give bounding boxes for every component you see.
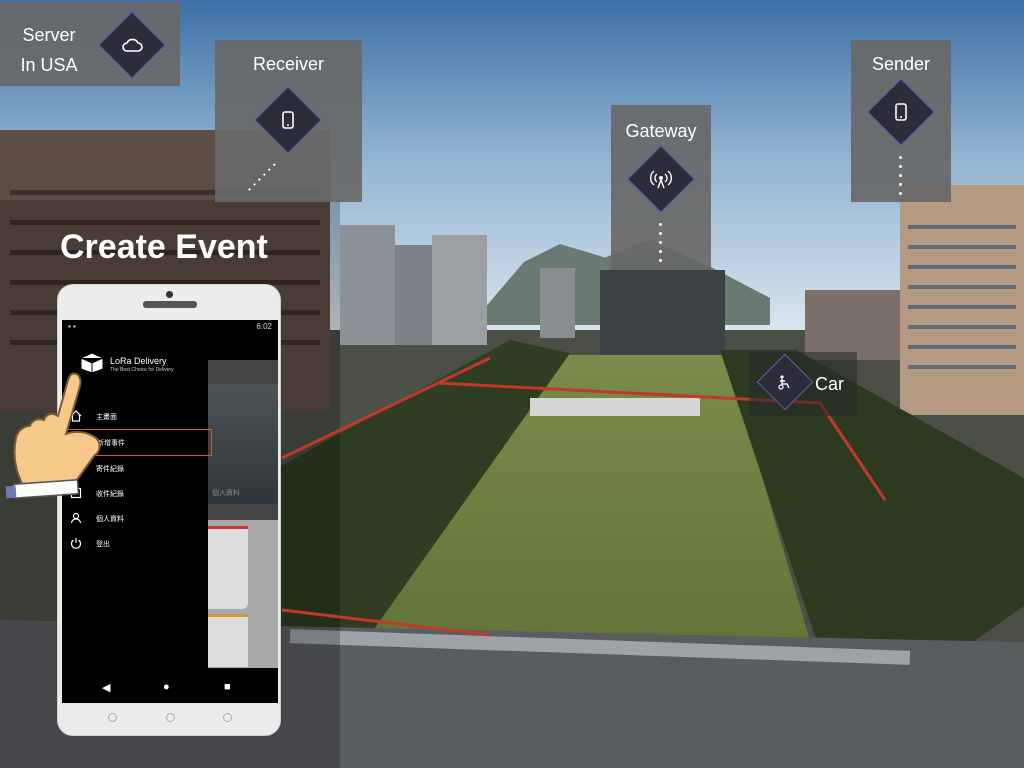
phone-camera [166,291,173,298]
phone-mockup: ▪ ▪ 6:02 個人資料 LoRa Delivery The Best Cho… [57,284,281,736]
phone-hardware-buttons [58,711,282,727]
app-name: LoRa Delivery [110,356,167,366]
menu-label: 登出 [96,541,110,548]
gateway-callout: Gateway [611,105,711,270]
background-content: 個人資料 [208,360,278,668]
dotted-connector [899,156,903,201]
car-callout: Car [749,352,857,416]
server-location: In USA [20,55,78,75]
antenna-icon [637,155,685,203]
power-icon [70,538,82,549]
recent-apps-icon[interactable]: ■ [224,681,231,693]
dotted-connector [659,223,663,268]
server-label: Server [22,25,76,45]
status-time: 6:02 [256,322,272,331]
phone-icon [877,88,925,136]
profile-card-caption: 個人資料 [212,490,240,497]
back-icon[interactable]: ◀ [102,681,110,694]
home-button-icon[interactable]: ● [163,681,170,693]
app-tagline: The Best Choice for Delivery [110,367,174,373]
car-label: Car [815,374,845,394]
receiver-callout: Receiver [215,40,362,202]
person-icon [70,512,82,524]
route-line [281,356,491,460]
server-callout: Server In USA [0,2,180,86]
gateway-label: Gateway [625,121,697,141]
menu-label: 個人資料 [96,516,124,523]
event-cards [208,520,278,668]
android-nav-bar: ◀ ● ■ [62,673,278,703]
dotted-connector [246,163,276,193]
notification-icon: ▪ ▪ [68,322,76,331]
profile-card: 個人資料 [208,384,278,504]
menu-item-logout[interactable]: 登出 [62,531,212,556]
status-bar: ▪ ▪ 6:02 [62,320,278,334]
pointing-hand-icon [5,372,101,500]
menu-item-profile[interactable]: 個人資料 [62,506,212,531]
phone-icon [264,96,312,144]
route-line [281,608,491,637]
sender-label: Sender [871,54,931,74]
sender-callout: Sender [851,40,951,202]
delivery-icon [765,362,805,402]
page-title: Create Event [60,228,268,266]
box-logo-icon [80,352,104,374]
receiver-label: Receiver [252,54,325,74]
phone-earpiece [143,301,197,308]
cloud-icon [108,21,156,69]
